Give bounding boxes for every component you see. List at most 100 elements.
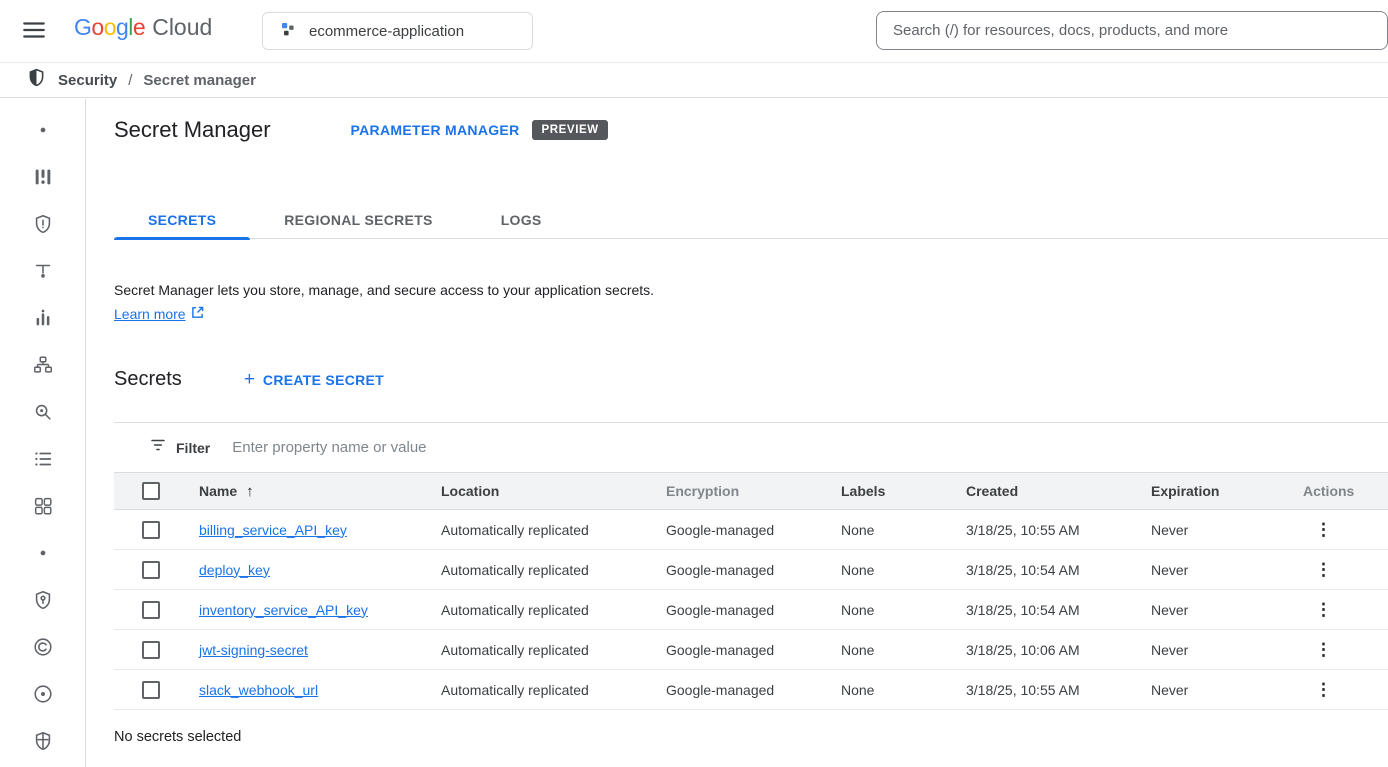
secret-expiration: Never [1151,642,1291,658]
secret-labels: None [841,522,966,538]
row-actions-menu-icon[interactable]: ⋮ [1315,560,1332,579]
secret-labels: None [841,682,966,698]
tab-secrets[interactable]: SECRETS [114,201,250,239]
secret-location: Automatically replicated [441,522,666,538]
selection-status: No secrets selected [114,729,241,745]
page-title: Secret Manager [114,117,271,143]
secret-created: 3/18/25, 10:54 AM [966,562,1151,578]
secret-encryption: Google-managed [666,642,841,658]
tab-regional-secrets[interactable]: REGIONAL SECRETS [250,201,466,239]
table-row: billing_service_API_key Automatically re… [114,510,1388,550]
secret-location: Automatically replicated [441,562,666,578]
column-header-created[interactable]: Created [966,483,1151,499]
tab-bar: SECRETS REGIONAL SECRETS LOGS [114,201,1388,239]
breadcrumb-current[interactable]: Secret manager [143,72,256,89]
grid-icon[interactable] [31,495,55,517]
external-link-icon [191,306,204,322]
target-icon[interactable] [31,683,55,705]
column-header-name[interactable]: Name ↑ [199,483,441,500]
column-header-expiration[interactable]: Expiration [1151,483,1291,499]
secret-location: Automatically replicated [441,642,666,658]
compliance-icon[interactable] [31,636,55,658]
secret-created: 3/18/25, 10:55 AM [966,522,1151,538]
breadcrumb-security[interactable]: Security [58,72,117,89]
filter-icon [149,436,167,459]
shield-alert-icon[interactable] [31,213,55,235]
row-checkbox[interactable] [142,601,160,619]
menu-icon[interactable] [14,15,54,47]
secret-location: Automatically replicated [441,682,666,698]
secret-name-link[interactable]: jwt-signing-secret [199,642,308,658]
overview-icon[interactable] [31,166,55,188]
attack-path-icon[interactable] [31,260,55,282]
secret-encryption: Google-managed [666,682,841,698]
table-row: jwt-signing-secret Automatically replica… [114,630,1388,670]
preview-badge: PREVIEW [532,120,607,140]
row-checkbox[interactable] [142,561,160,579]
secret-created: 3/18/25, 10:06 AM [966,642,1151,658]
column-header-labels[interactable]: Labels [841,483,966,499]
google-cloud-logo[interactable]: G o o g l e Cloud [74,14,212,41]
table-row: slack_webhook_url Automatically replicat… [114,670,1388,710]
secret-encryption: Google-managed [666,602,841,618]
row-actions-menu-icon[interactable]: ⋮ [1315,520,1332,539]
logo-letter: g [116,14,128,41]
column-header-actions: Actions [1291,483,1388,499]
row-actions-menu-icon[interactable]: ⋮ [1315,680,1332,699]
project-icon [279,20,297,42]
logo-letter: o [104,14,116,41]
security-shield-icon [26,67,47,93]
parameter-manager-link[interactable]: PARAMETER MANAGER [351,122,520,138]
column-header-encryption: Encryption [666,483,841,499]
secret-location: Automatically replicated [441,602,666,618]
secret-encryption: Google-managed [666,562,841,578]
secret-labels: None [841,602,966,618]
nav-dot-icon[interactable] [31,119,55,141]
shield-check-icon[interactable] [31,589,55,611]
search-input[interactable] [876,11,1388,50]
secret-expiration: Never [1151,562,1291,578]
row-actions-menu-icon[interactable]: ⋮ [1315,640,1332,659]
search-gear-icon[interactable] [31,401,55,423]
sort-ascending-icon: ↑ [246,483,254,500]
chart-icon[interactable] [31,307,55,329]
tab-logs[interactable]: LOGS [467,201,576,239]
row-checkbox[interactable] [142,681,160,699]
top-app-bar: G o o g l e Cloud ecommerce-application [0,0,1388,62]
hierarchy-icon[interactable] [31,354,55,376]
project-selector[interactable]: ecommerce-application [262,12,533,50]
table-row: deploy_key Automatically replicated Goog… [114,550,1388,590]
breadcrumb-separator: / [128,72,132,89]
secrets-table: Filter Name ↑ Location Encryption Labels… [114,422,1388,710]
create-secret-button[interactable]: + CREATE SECRET [244,370,384,389]
secret-labels: None [841,562,966,578]
secret-expiration: Never [1151,522,1291,538]
secret-name-link[interactable]: inventory_service_API_key [199,602,368,618]
secret-name-link[interactable]: deploy_key [199,562,270,578]
filter-bar: Filter [114,423,1388,472]
secret-name-link[interactable]: billing_service_API_key [199,522,347,538]
column-header-location[interactable]: Location [441,483,666,499]
sidebar-icon-rail [0,99,86,767]
row-actions-menu-icon[interactable]: ⋮ [1315,600,1332,619]
select-all-checkbox[interactable] [142,482,160,500]
learn-more-link[interactable]: Learn more [114,306,204,322]
page-description: Secret Manager lets you store, manage, a… [114,282,654,298]
secret-expiration: Never [1151,602,1291,618]
secret-expiration: Never [1151,682,1291,698]
main-content: Secret Manager PARAMETER MANAGER PREVIEW… [87,99,1388,767]
secret-encryption: Google-managed [666,522,841,538]
nav-dot-icon[interactable] [31,542,55,564]
logo-letter: G [74,14,91,41]
row-checkbox[interactable] [142,641,160,659]
logo-letter: e [133,14,145,41]
filter-label[interactable]: Filter [176,440,210,456]
list-icon[interactable] [31,448,55,470]
filter-input[interactable] [232,439,1388,456]
table-header-row: Name ↑ Location Encryption Labels Create… [114,472,1388,510]
secret-name-link[interactable]: slack_webhook_url [199,682,318,698]
table-row: inventory_service_API_key Automatically … [114,590,1388,630]
shield-globe-icon[interactable] [31,730,55,752]
row-checkbox[interactable] [142,521,160,539]
secret-labels: None [841,642,966,658]
